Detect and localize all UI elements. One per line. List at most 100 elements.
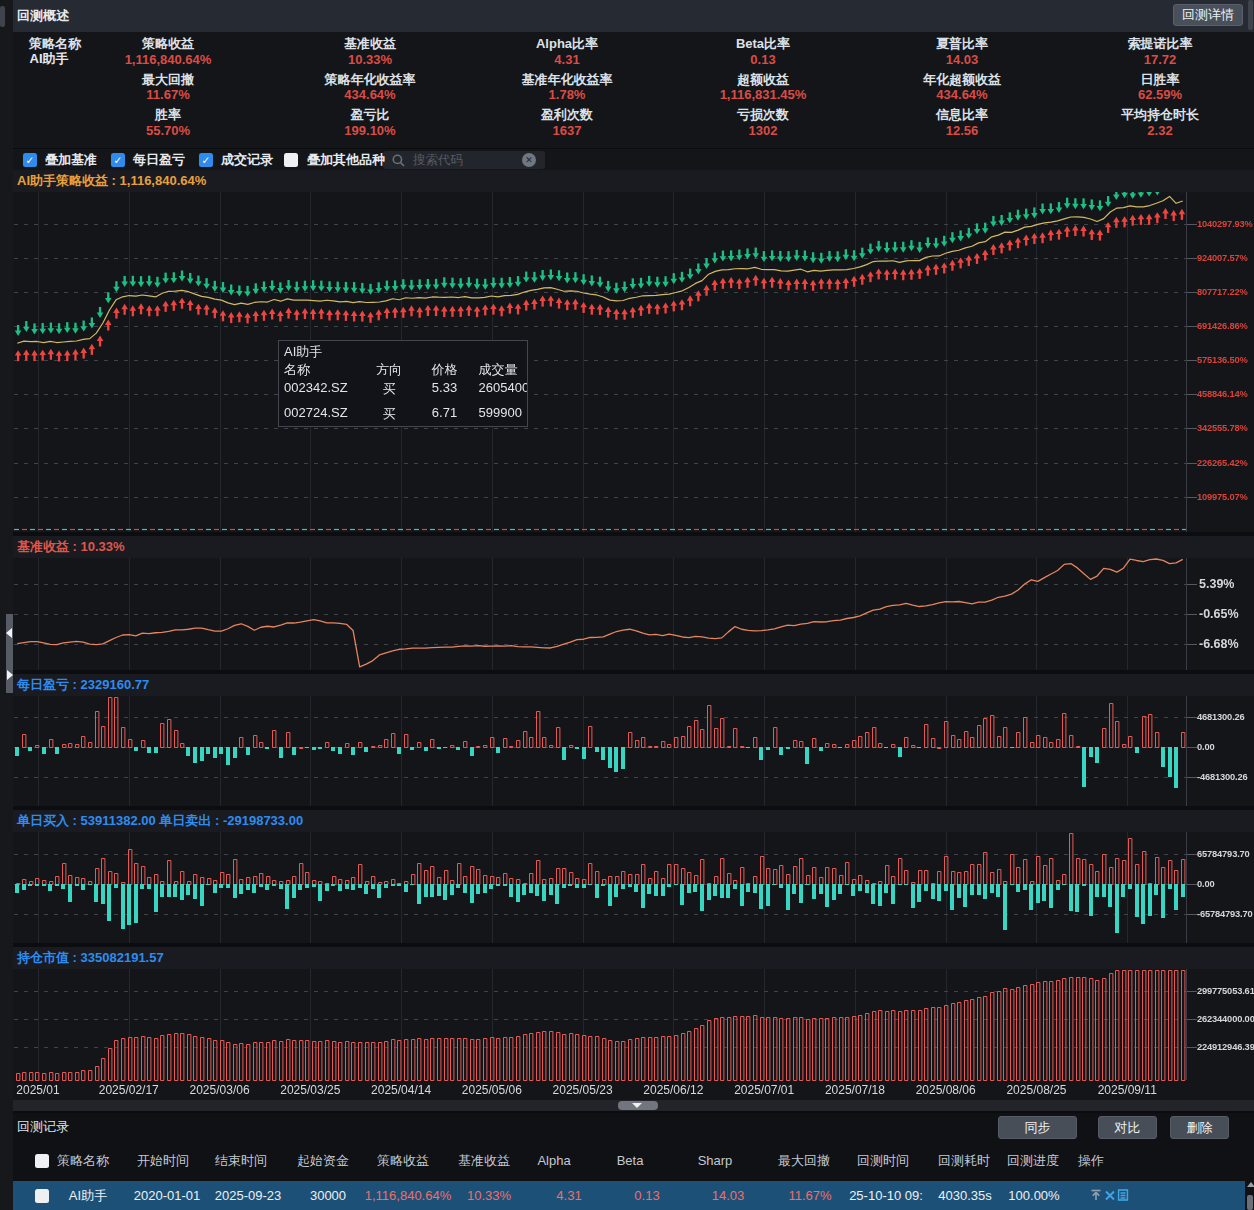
records-section: 回测记录 同步 对比 删除 策略名称开始时间结束时间起始资金策略收益基准收益 Al… [0, 1111, 1254, 1210]
records-column-header[interactable]: 回测进度 [1007, 1145, 1059, 1177]
records-column-header[interactable]: 回测时间 [857, 1145, 909, 1177]
y-axis-label: 691426.86% [1197, 321, 1248, 331]
x-axis-label: 2025/09/11 [1098, 1083, 1157, 1097]
x-axis-label: 2025/07/18 [825, 1083, 885, 1097]
stat-value: 12.56 [946, 122, 979, 137]
backtest-app: 回测概述 回测详情 策略名称AI助手策略收益1,116,840.64%基准收益1… [0, 0, 1254, 1210]
panel-title-benchmark-return: 基准收益 : 10.33% [13, 536, 1254, 558]
y-axis-label: 0.00 [1197, 879, 1215, 889]
row-checkbox[interactable] [35, 1189, 49, 1203]
records-cell: 4030.35s [938, 1181, 992, 1210]
stat-value: 199.10% [344, 122, 395, 137]
scrollbar-up-icon[interactable] [1247, 1182, 1254, 1187]
records-cell: 11.67% [788, 1181, 831, 1210]
records-scrollbar-thumb[interactable] [1247, 1195, 1253, 1210]
panel-pager-handle[interactable] [6, 614, 13, 693]
x-axis-label: 2025/02/17 [99, 1083, 159, 1097]
left-edge-strip [0, 0, 13, 1210]
stat-label: 策略收益 [142, 35, 194, 53]
records-column-header[interactable]: 起始资金 [297, 1145, 349, 1177]
records-cell: 14.03 [712, 1181, 745, 1210]
tooltip-header-cell: 成交量 [479, 361, 518, 379]
records-column-header[interactable]: 结束时间 [215, 1145, 267, 1177]
y-axis-label: 65784793.70 [1197, 849, 1250, 859]
x-axis-label: 2025/03/06 [190, 1083, 250, 1097]
y-axis-label: 924007.57% [1197, 253, 1248, 263]
stat-value: 4.31 [554, 51, 579, 66]
y-axis-label: -4681300.26 [1197, 772, 1248, 782]
select-all-checkbox[interactable] [35, 1154, 49, 1168]
checkbox-label: 叠加基准 [45, 149, 97, 171]
y-axis-label: 226265.42% [1197, 458, 1248, 468]
y-axis-label: 575136.50% [1197, 355, 1248, 365]
close-icon[interactable] [1105, 1187, 1116, 1205]
chevron-right-icon [7, 670, 13, 680]
records-column-header[interactable]: 最大回撤 [778, 1145, 830, 1177]
checkbox-4[interactable] [284, 153, 298, 167]
search-box[interactable]: 搜索代码 ✕ [383, 151, 545, 169]
stat-value: 14.03 [946, 51, 979, 66]
records-column-header[interactable]: 回测耗时 [938, 1145, 990, 1177]
stat-value: 434.64% [936, 87, 987, 102]
compare-button[interactable]: 对比 [1098, 1116, 1157, 1139]
tooltip-cell: 5.33 [432, 380, 457, 395]
y-axis-label: 109975.07% [1197, 492, 1248, 502]
pin-top-icon[interactable] [1090, 1187, 1102, 1205]
stat-label: Beta比率 [736, 35, 790, 53]
y-axis-label: 4681300.26 [1197, 712, 1245, 722]
x-axis-label: 2025/01 [16, 1083, 59, 1097]
records-column-header[interactable]: 策略收益 [377, 1145, 429, 1177]
records-cell: 2020-01-01 [134, 1181, 201, 1210]
records-column-header[interactable]: Alpha [537, 1145, 570, 1177]
clear-search-icon[interactable]: ✕ [522, 153, 536, 167]
page-title: 回测概述 [17, 0, 69, 32]
stats-summary: 策略名称AI助手策略收益1,116,840.64%基准收益10.33%Alpha… [0, 32, 1254, 148]
records-column-header[interactable]: 基准收益 [458, 1145, 510, 1177]
records-cell: 30000 [310, 1181, 346, 1210]
y-axis-label: -0.65% [1199, 607, 1239, 621]
panel-title-position-value: 持仓市值 : 335082191.57 [13, 947, 1254, 969]
left-scrollbar-thumb[interactable] [0, 6, 5, 27]
tooltip-header-cell: 名称 [284, 361, 310, 379]
y-axis-label: 224912946.39 [1197, 1042, 1254, 1052]
chevron-down-icon [632, 1103, 642, 1108]
records-title: 回测记录 [17, 1118, 69, 1136]
tooltip-cell: 002724.SZ [284, 405, 348, 420]
stat-value: 10.33% [348, 51, 392, 66]
right-scrollbar-thumb[interactable] [1248, 0, 1253, 30]
records-column-header[interactable]: Sharp [698, 1145, 733, 1177]
search-input[interactable]: 搜索代码 [413, 151, 463, 169]
chart-toolbar: 搜索代码 ✕ ✓叠加基准✓每日盈亏✓成交记录叠加其他品种 [0, 148, 1254, 170]
chevron-left-icon [6, 628, 12, 638]
backtest-detail-button[interactable]: 回测详情 [1173, 4, 1243, 26]
records-column-header[interactable]: 开始时间 [137, 1145, 189, 1177]
splitter-collapse-handle[interactable] [618, 1101, 658, 1110]
delete-button[interactable]: 删除 [1170, 1116, 1229, 1139]
stat-value: 434.64% [344, 87, 395, 102]
stat-value: 11.67% [146, 87, 189, 102]
log-icon[interactable] [1118, 1187, 1129, 1205]
panel-title-daily-pnl: 每日盈亏 : 2329160.77 [13, 674, 1254, 696]
stat-value: 0.13 [750, 51, 775, 66]
sync-button[interactable]: 同步 [998, 1116, 1077, 1139]
checkbox-1[interactable]: ✓ [23, 153, 37, 167]
y-axis-label: 299775053.61 [1197, 986, 1254, 996]
stat-value: 1637 [553, 122, 582, 137]
checkbox-2[interactable]: ✓ [111, 153, 125, 167]
records-cell: 100.00% [1008, 1181, 1059, 1210]
panel-title-daily-buy-sell: 单日买入 : 53911382.00 单日卖出 : -29198733.00 [13, 810, 1254, 832]
x-axis-label: 2025/08/06 [916, 1083, 976, 1097]
header-bar: 回测概述 回测详情 [13, 0, 1254, 32]
records-column-header[interactable]: Beta [617, 1145, 644, 1177]
stat-value: 1,116,831.45% [720, 87, 807, 102]
tooltip-cell: 6.71 [432, 405, 457, 420]
records-column-header[interactable]: 策略名称 [57, 1145, 109, 1177]
records-column-header[interactable]: 操作 [1078, 1145, 1104, 1177]
stat-value: 1302 [749, 122, 778, 137]
stat-label: Alpha比率 [536, 35, 598, 53]
records-table-row[interactable]: AI助手2020-01-012025-09-23300001,116,840.6… [13, 1181, 1245, 1210]
records-cell: 1,116,840.64% [365, 1181, 452, 1210]
checkbox-3[interactable]: ✓ [199, 153, 213, 167]
records-cell: 25-10-10 09: [849, 1181, 923, 1210]
y-axis-label: 807717.22% [1197, 287, 1248, 297]
